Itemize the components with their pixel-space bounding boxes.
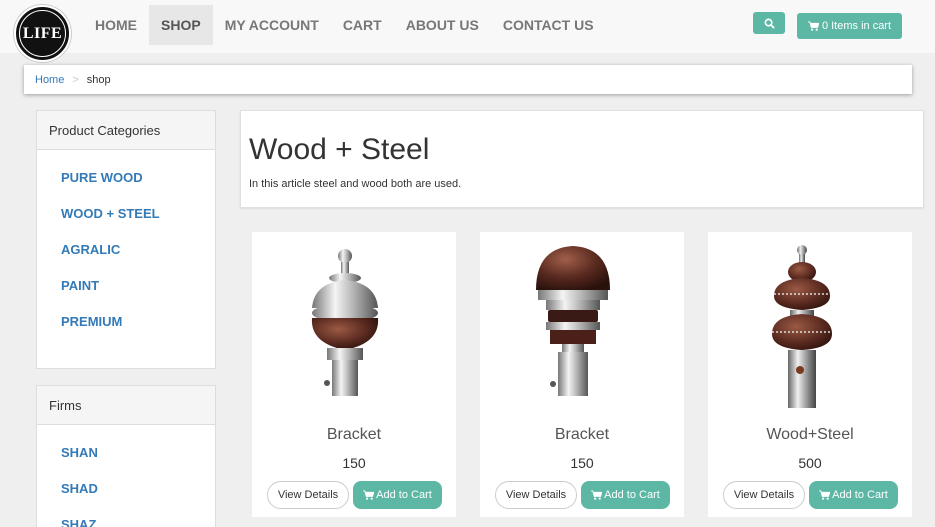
breadcrumb: Home > shop	[24, 65, 912, 94]
product-image[interactable]	[252, 238, 456, 408]
view-details-button[interactable]: View Details	[495, 481, 577, 509]
product-card: Bracket 150 View Details Add to Cart	[252, 232, 456, 517]
shopping-cart-icon	[591, 490, 603, 500]
navbar: LIFE HOME SHOP MY ACCOUNT CART ABOUT US …	[0, 0, 935, 62]
logo-text: LIFE	[22, 24, 63, 42]
product-name[interactable]: Bracket	[252, 426, 456, 444]
add-to-cart-label: Add to Cart	[376, 489, 432, 501]
shopping-cart-icon	[819, 490, 831, 500]
product-image[interactable]	[480, 238, 684, 408]
nav-my-account[interactable]: MY ACCOUNT	[213, 5, 331, 45]
product-price: 500	[798, 455, 822, 471]
product-image[interactable]	[708, 238, 912, 408]
shopping-cart-icon	[807, 21, 819, 31]
view-details-button[interactable]: View Details	[723, 481, 805, 509]
product-price: 150	[342, 455, 366, 471]
category-description: In this article steel and wood both are …	[249, 178, 462, 190]
firm-shaz[interactable]: SHAZ	[61, 510, 215, 527]
cart-count-label: 0 Items in cart	[821, 20, 892, 32]
category-pure-wood[interactable]: PURE WOOD	[61, 163, 215, 199]
add-to-cart-button[interactable]: Add to Cart	[353, 481, 442, 509]
cart-button[interactable]: 0 Items in cart	[797, 13, 902, 39]
search-icon	[764, 18, 775, 29]
product-name[interactable]: Bracket	[480, 426, 684, 444]
nav-cart[interactable]: CART	[331, 5, 394, 45]
category-premium[interactable]: PREMIUM	[61, 307, 215, 343]
nav-home[interactable]: HOME	[83, 5, 149, 45]
product-categories-panel: Product Categories PURE WOOD WOOD + STEE…	[36, 110, 216, 369]
add-to-cart-label: Add to Cart	[604, 489, 660, 501]
product-name[interactable]: Wood+Steel	[708, 426, 912, 444]
add-to-cart-button[interactable]: Add to Cart	[581, 481, 670, 509]
panel-title: Product Categories	[37, 111, 215, 150]
breadcrumb-current: shop	[86, 73, 111, 86]
breadcrumb-separator: >	[72, 73, 79, 86]
add-to-cart-label: Add to Cart	[832, 489, 888, 501]
add-to-cart-button[interactable]: Add to Cart	[809, 481, 898, 509]
nav-contact-us[interactable]: CONTACT US	[491, 5, 606, 45]
category-header: Wood + Steel In this article steel and w…	[240, 110, 924, 208]
firm-shan[interactable]: SHAN	[61, 438, 215, 474]
category-paint[interactable]: PAINT	[61, 271, 215, 307]
product-card: Wood+Steel 500 View Details Add to Cart	[708, 232, 912, 517]
nav-shop[interactable]: SHOP	[149, 5, 213, 45]
firms-panel: Firms SHAN SHAD SHAZ	[36, 385, 216, 527]
category-agralic[interactable]: AGRALIC	[61, 235, 215, 271]
panel-title: Firms	[37, 386, 215, 425]
main-nav: HOME SHOP MY ACCOUNT CART ABOUT US CONTA…	[83, 5, 606, 45]
site-logo[interactable]: LIFE	[14, 5, 71, 62]
search-button[interactable]	[753, 12, 785, 34]
firm-shad[interactable]: SHAD	[61, 474, 215, 510]
category-wood-steel[interactable]: WOOD + STEEL	[61, 199, 215, 235]
breadcrumb-home[interactable]: Home	[35, 74, 64, 86]
nav-about-us[interactable]: ABOUT US	[394, 5, 491, 45]
shopping-cart-icon	[363, 490, 375, 500]
product-price: 150	[570, 455, 594, 471]
category-title: Wood + Steel	[249, 133, 430, 166]
product-card: Bracket 150 View Details Add to Cart	[480, 232, 684, 517]
view-details-button[interactable]: View Details	[267, 481, 349, 509]
firm-list: SHAN SHAD SHAZ	[37, 425, 215, 527]
category-list: PURE WOOD WOOD + STEEL AGRALIC PAINT PRE…	[37, 150, 215, 343]
